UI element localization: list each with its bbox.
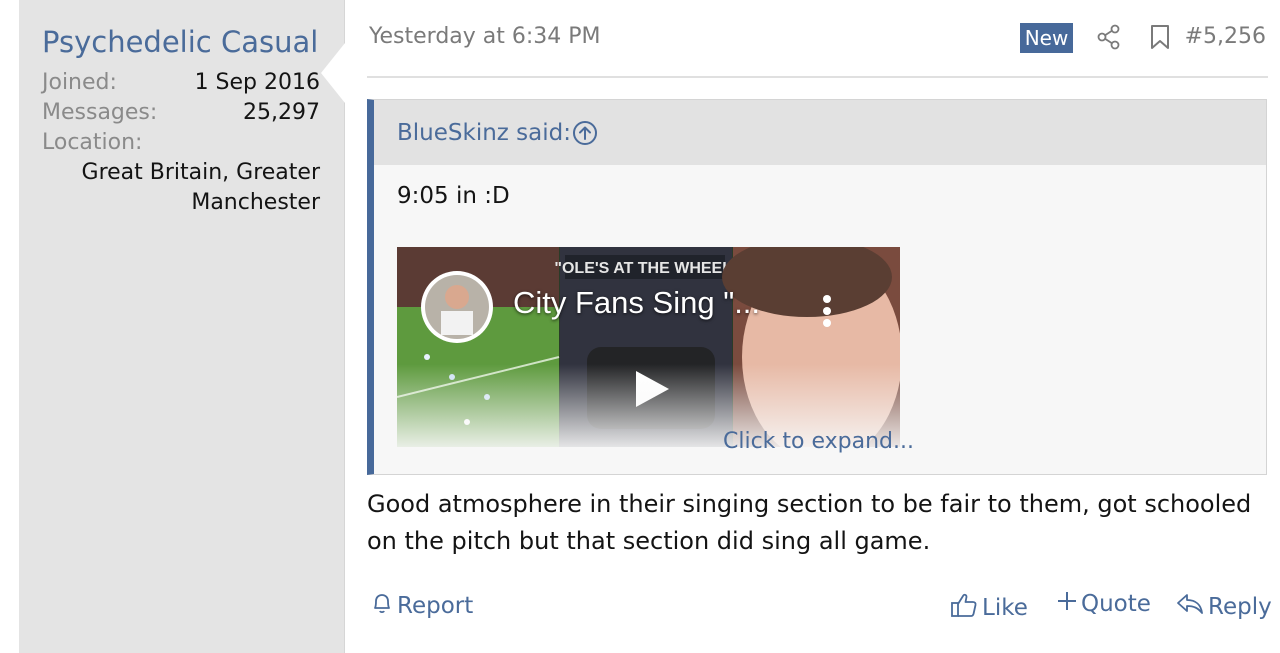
location-line-2: Manchester: [191, 190, 320, 215]
location-row: Location:: [42, 130, 320, 155]
like-button[interactable]: Like: [950, 591, 1028, 625]
video-banner-text: "OLE'S AT THE WHEEL": [554, 260, 739, 277]
location-line-1: Great Britain, Greater: [81, 160, 320, 185]
kebab-menu-icon[interactable]: [823, 295, 831, 327]
messages-label: Messages:: [42, 100, 158, 125]
reply-label: Reply: [1208, 594, 1272, 620]
joined-row: Joined: 1 Sep 2016: [42, 70, 320, 95]
quote-header: BlueSkinz said:: [374, 100, 1266, 165]
location-label: Location:: [42, 130, 143, 155]
thumbs-up-icon: [950, 591, 978, 625]
joined-value: 1 Sep 2016: [194, 70, 320, 95]
report-label: Report: [397, 593, 474, 619]
new-badge: New: [1020, 23, 1073, 53]
reply-button[interactable]: Reply: [1176, 591, 1272, 623]
quote-label: Quote: [1081, 591, 1151, 617]
plus-icon: [1057, 591, 1077, 617]
share-icon[interactable]: [1097, 24, 1121, 54]
like-label: Like: [982, 595, 1028, 621]
quote-text: 9:05 in :D: [397, 183, 510, 209]
messages-value: 25,297: [243, 100, 320, 125]
bookmark-icon[interactable]: [1150, 24, 1170, 54]
post-header: Yesterday at 6:34 PM New #5,256: [367, 0, 1268, 78]
reply-icon: [1176, 591, 1204, 623]
post-date-link[interactable]: Yesterday at 6:34 PM: [369, 24, 601, 49]
circle-arrow-up-icon[interactable]: [572, 120, 598, 150]
quote-button[interactable]: Quote: [1057, 591, 1151, 617]
joined-label: Joined:: [42, 70, 117, 95]
report-button[interactable]: Report: [371, 591, 473, 621]
quote-author-link[interactable]: BlueSkinz said:: [397, 120, 571, 146]
expand-fade: [374, 364, 1266, 474]
messages-row: Messages: 25,297: [42, 100, 320, 125]
post-body-text: Good atmosphere in their singing section…: [367, 490, 1252, 555]
location-value: Great Britain, Greater Manchester: [42, 158, 320, 218]
quote-block: BlueSkinz said: 9:05 in :D "OLE'S AT THE…: [367, 99, 1267, 475]
user-info-panel: Psychedelic Casual Joined: 1 Sep 2016 Me…: [19, 0, 345, 653]
post-number-link[interactable]: #5,256: [1185, 24, 1266, 49]
video-title: City Fans Sing "...: [513, 285, 761, 320]
click-to-expand-link[interactable]: Click to expand...: [723, 429, 914, 454]
username-link[interactable]: Psychedelic Casual: [42, 25, 318, 59]
panel-pointer: [321, 43, 345, 103]
bell-icon: [371, 591, 393, 621]
